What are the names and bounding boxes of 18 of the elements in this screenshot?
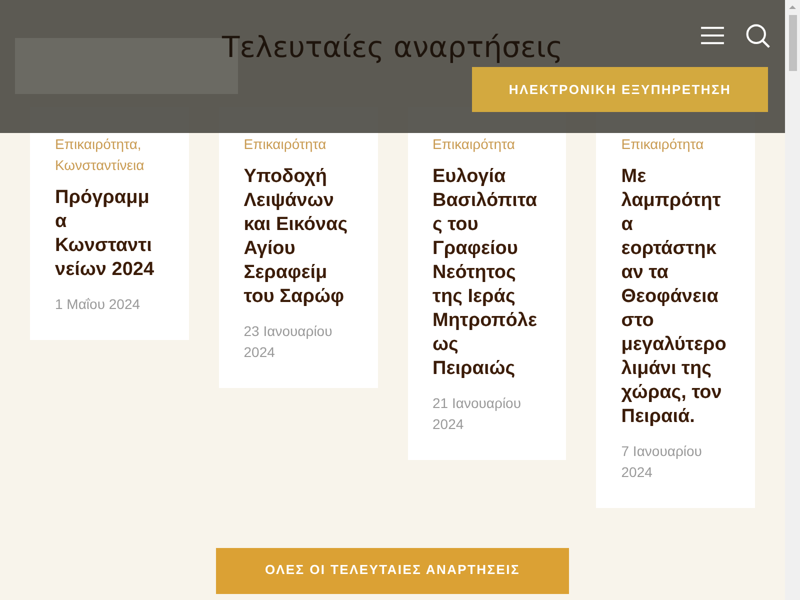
post-date: 23 Ιανουαρίου 2024 bbox=[244, 322, 334, 362]
section-title: Τελευταίες αναρτήσεις bbox=[222, 31, 563, 63]
menu-icon[interactable] bbox=[700, 25, 725, 46]
post-title[interactable]: Ευλογία Βασιλόπιτας του Γραφείου Νεότητος της Ιεράς Μητροπόλεως Πειραιώς bbox=[432, 165, 538, 381]
service-button[interactable]: ΗΛΕΚΤΡΟΝΙΚΗ ΕΞΥΠΗΡΕΤΗΣΗ bbox=[472, 67, 768, 112]
category-link[interactable]: Επικαιρότητα bbox=[621, 134, 727, 155]
post-title[interactable]: Υποδοχή Λειψάνων και Εικόνας Αγίου Σεραφείμ του Σαρώφ bbox=[244, 165, 350, 309]
all-posts-button[interactable]: ΟΛΕΣ ΟΙ ΤΕΛΕΥΤΑΙΕΣ ΑΝΑΡΤΗΣΕΙΣ bbox=[216, 548, 569, 594]
category-link[interactable]: Επικαιρότητα bbox=[432, 134, 538, 155]
post-title[interactable]: Πρόγραμμα Κωνσταντινείων 2024 bbox=[55, 186, 161, 282]
post-date: 7 Ιανουαρίου 2024 bbox=[621, 442, 703, 482]
search-icon[interactable] bbox=[745, 23, 771, 49]
post-title[interactable]: Με λαμπρότητα εορτάστηκαν τα Θεοφάνεια στο μεγαλύτερο λιμάνι της χώρας, τον Πειραιά. bbox=[621, 165, 727, 429]
category-link[interactable]: Επικαιρότητα, Κωνσταντίνεια bbox=[55, 134, 161, 176]
scrollbar-thumb[interactable] bbox=[788, 15, 796, 71]
category-link[interactable]: Επικαιρότητα bbox=[244, 134, 350, 155]
post-date: 21 Ιανουαρίου 2024 bbox=[432, 394, 522, 434]
post-date: 1 Μαΐου 2024 bbox=[55, 295, 142, 314]
